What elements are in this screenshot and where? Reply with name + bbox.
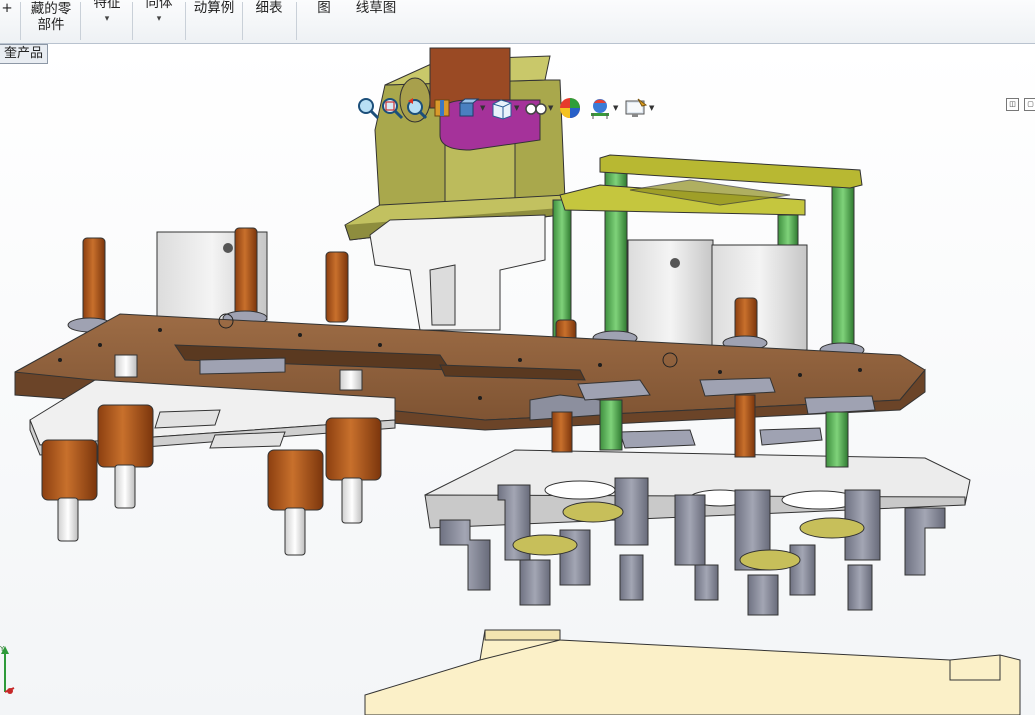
section-view-icon[interactable] xyxy=(429,95,455,121)
ribbon-separator xyxy=(20,2,21,40)
apply-scene-icon[interactable] xyxy=(587,95,613,121)
ribbon-label: 动算例 xyxy=(193,0,235,16)
ribbon-item-mate[interactable]: 同体 ▾ xyxy=(138,0,180,42)
graphics-viewport[interactable]: ▼ ▼ ▼ ▼ ▼ ◫ ▢ Y xyxy=(0,44,1035,715)
ribbon-label: 特征 xyxy=(93,0,121,11)
ribbon-item-features[interactable]: 特征 ▾ xyxy=(86,0,128,42)
ribbon-item-drawing[interactable]: 图 xyxy=(312,0,336,42)
base-block xyxy=(364,629,1021,715)
dropdown-arrow-icon[interactable]: ▼ xyxy=(548,104,553,112)
split-view-icon[interactable]: ◫ xyxy=(1006,98,1019,111)
x-axis-icon xyxy=(7,688,13,694)
ribbon-label: 同体 xyxy=(145,0,173,11)
dropdown-arrow-icon: ▾ xyxy=(104,14,110,24)
zoom-area-icon[interactable] xyxy=(379,95,405,121)
command-ribbon: + 藏的零 部件 特征 ▾ 同体 ▾ 动算例 细表 图 线草图 xyxy=(0,0,1035,44)
gripper-fingers xyxy=(439,477,946,616)
ribbon-item-motion-study[interactable]: 动算例 xyxy=(190,0,238,42)
dropdown-arrow-icon[interactable]: ▼ xyxy=(480,104,485,112)
ribbon-item-layout-sketch[interactable]: 线草图 xyxy=(352,0,400,42)
maximize-view-icon[interactable]: ▢ xyxy=(1024,98,1035,111)
top-yoke-plates xyxy=(559,154,863,216)
assembly-tab-label: 奎产品 xyxy=(4,46,44,61)
ribbon-separator xyxy=(242,2,243,40)
dropdown-arrow-icon[interactable]: ▼ xyxy=(514,104,519,112)
dropdown-arrow-icon: ▾ xyxy=(156,14,162,24)
ribbon-item-bom[interactable]: 细表 xyxy=(250,0,288,42)
svg-text:Y: Y xyxy=(0,645,5,653)
display-style-icon[interactable] xyxy=(489,95,515,121)
edit-appearance-icon[interactable] xyxy=(557,95,583,121)
ribbon-label: 细表 xyxy=(255,0,283,16)
dropdown-arrow-icon[interactable]: ▼ xyxy=(649,104,654,112)
ribbon-label: 藏的零 部件 xyxy=(30,1,72,33)
dropdown-arrow-icon[interactable]: ▼ xyxy=(613,104,618,112)
ribbon-label: + xyxy=(1,0,13,16)
center-support-block xyxy=(369,214,546,331)
reference-triad: Y xyxy=(0,645,15,694)
view-orientation-icon[interactable] xyxy=(455,95,481,121)
view-settings-icon[interactable] xyxy=(623,95,649,121)
ribbon-separator xyxy=(185,2,186,40)
ribbon-item-new[interactable]: + xyxy=(0,0,14,42)
ribbon-label: 线草图 xyxy=(355,0,397,16)
assembly-tab[interactable]: 奎产品 xyxy=(0,44,49,64)
ribbon-separator xyxy=(132,2,133,40)
assembly-model[interactable] xyxy=(0,44,1035,715)
ribbon-label: 图 xyxy=(317,0,331,16)
ribbon-separator xyxy=(80,2,81,40)
ribbon-separator xyxy=(296,2,297,40)
previous-view-icon[interactable] xyxy=(403,95,429,121)
hide-show-items-icon[interactable] xyxy=(523,95,549,121)
ribbon-item-hidden-components[interactable]: 藏的零 部件 xyxy=(24,0,78,42)
zoom-to-fit-icon[interactable] xyxy=(355,95,381,121)
